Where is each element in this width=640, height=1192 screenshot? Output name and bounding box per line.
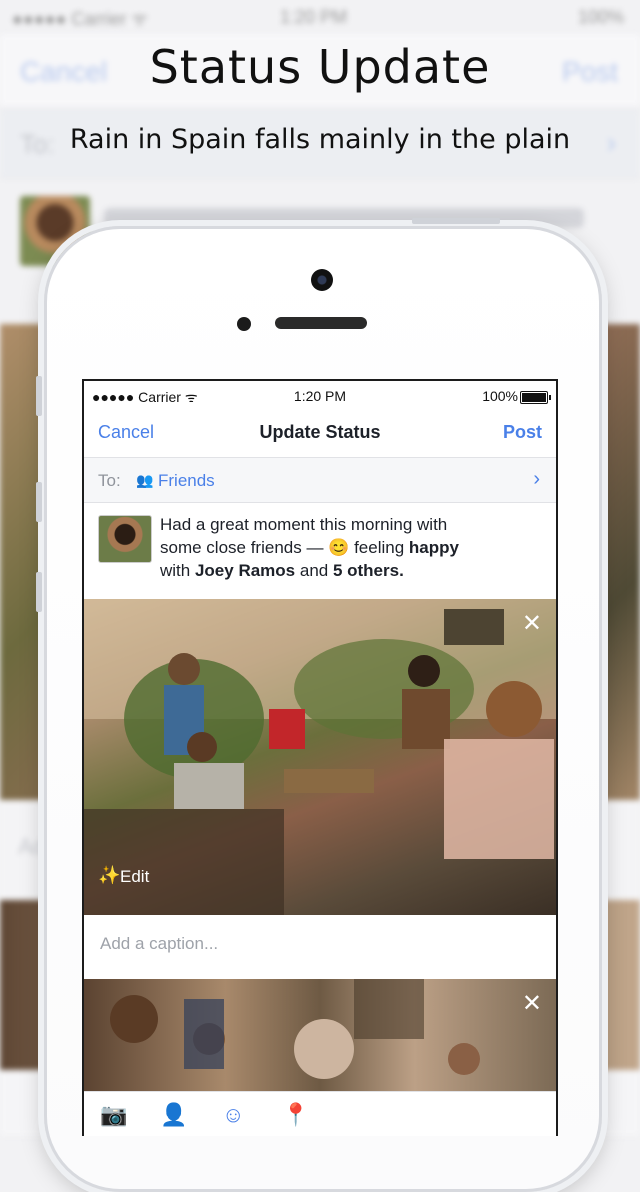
photo-2-person-3 (294, 1019, 354, 1079)
status-line-1: Had a great moment this morning with (160, 515, 448, 534)
with-label: with (160, 561, 195, 580)
attached-photo: ✕ ✨ Edit (84, 599, 556, 915)
volume-down-button (36, 572, 42, 612)
remove-photo-close-icon[interactable]: ✕ (522, 609, 542, 638)
tag-people-icon[interactable]: 👤 (160, 1102, 187, 1128)
and-label: and (295, 561, 333, 580)
photo-person-2 (187, 732, 217, 762)
status-composer: Had a great moment this morning with som… (84, 503, 556, 599)
photo-scene (84, 599, 556, 915)
bg-status-bar: ●●●●● Carrier ᯤ 1:20 PM 100% (0, 0, 640, 34)
feeling-label: feeling (349, 538, 409, 557)
post-button[interactable]: Post (503, 422, 542, 443)
bg-carrier: ●●●●● Carrier ᯤ (12, 9, 148, 29)
status-bar: ●●●●● Carrier ᯤ 1:20 PM 100% (84, 381, 556, 411)
photo-2-scene (110, 979, 480, 1079)
photo-2-person-4 (448, 1043, 480, 1075)
battery-icon (520, 391, 551, 404)
friends-icon: 👥 (136, 472, 154, 488)
photo-person-3 (408, 655, 440, 687)
photo-table (284, 769, 374, 793)
photo-person-2-body (174, 763, 244, 809)
audience-value: Friends (158, 471, 215, 490)
attached-photo-2: ✕ (84, 979, 556, 1091)
feeling-icon[interactable]: ☺ (222, 1102, 244, 1128)
bg-time: 1:20 PM (280, 7, 348, 27)
sensor-icon (237, 317, 251, 331)
photo-red-chair (269, 709, 305, 749)
status-text[interactable]: Had a great moment this morning with som… (160, 513, 540, 582)
camera-icon[interactable]: 📷 (100, 1102, 127, 1128)
photo-2-person-2-body (184, 999, 224, 1069)
magic-wand-icon: ✨ (98, 865, 121, 885)
smile-emoji-icon: 😊 (328, 538, 350, 557)
avatar (98, 515, 152, 563)
headline: Status Update (149, 40, 491, 94)
phone-screen: ●●●●● Carrier ᯤ 1:20 PM 100% Cancel Upda… (82, 379, 558, 1136)
earpiece-speaker (275, 317, 367, 329)
tagged-others[interactable]: 5 others. (333, 561, 404, 580)
location-pin-icon[interactable]: 📍 (282, 1102, 309, 1128)
photo-2-shelf (354, 979, 424, 1039)
power-button (412, 218, 500, 224)
remove-photo-2-close-icon[interactable]: ✕ (522, 989, 542, 1018)
page-title: Update Status (259, 422, 381, 442)
bg-battery: 100% (577, 7, 624, 27)
cancel-button[interactable]: Cancel (98, 422, 154, 443)
status-line-2-prefix: some close friends — (160, 538, 329, 557)
audience-selector[interactable]: To: 👥 Friends › (84, 458, 556, 503)
photo-person-1 (168, 653, 200, 685)
photo-window (444, 609, 504, 645)
volume-up-button (36, 482, 42, 522)
caption-input[interactable] (98, 933, 532, 955)
tagged-person[interactable]: Joey Ramos (195, 561, 295, 580)
feeling-value: happy (408, 538, 459, 557)
photo-person-3-body (402, 689, 450, 749)
photo-2-person-1 (110, 995, 158, 1043)
photo-person-4 (486, 681, 542, 737)
bg-caption-hint: Ad (18, 834, 45, 859)
mute-switch (36, 376, 42, 416)
chevron-right-icon: › (533, 468, 540, 490)
edit-photo-button[interactable]: Edit (120, 867, 149, 887)
front-camera-icon (311, 269, 333, 291)
photo-foreground (84, 809, 284, 915)
caption-area (84, 915, 556, 980)
to-label: To: (98, 471, 121, 490)
composer-toolbar: 📷 👤 ☺ 📍 (84, 1091, 556, 1136)
nav-bar: Cancel Update Status Post (84, 411, 556, 458)
bg-post-text (104, 208, 584, 228)
battery-percent: 100% (482, 388, 518, 404)
subhead: Rain in Spain falls mainly in the plain (69, 124, 571, 155)
photo-person-4-body (444, 739, 554, 859)
